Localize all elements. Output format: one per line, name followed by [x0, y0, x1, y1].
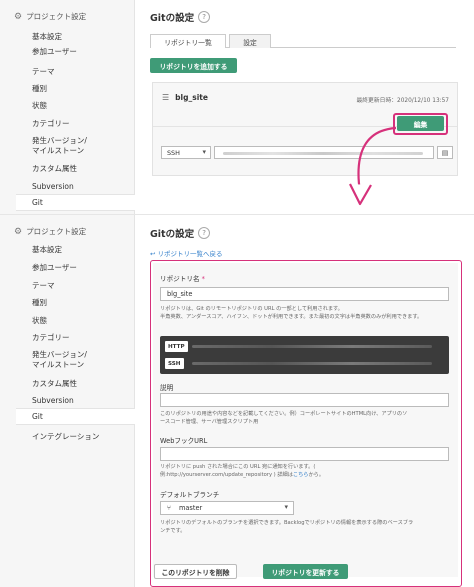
sidebar-item-version-line1: 発生バージョン/ [32, 350, 87, 359]
webhook-help-tail: から。 [308, 472, 325, 478]
repository-title: ☰ blg_site [162, 93, 208, 102]
description-help-line1: このリポジトリの用途や内容などを記載してください。例）コーポレートサイトのHTM… [160, 411, 408, 417]
back-to-list-link[interactable]: ↩ リポジトリ一覧へ戻る [150, 248, 223, 258]
repo-name-help: リポジトリは、Git のリモートリポジトリの URL の一部として利用されます。… [160, 305, 452, 321]
required-mark: * [201, 275, 205, 283]
sidebar-item-types[interactable]: 種別 [32, 84, 47, 94]
top-panel: ⚙ プロジェクト設定 基本設定 参加ユーザー テーマ 種別 状態 カテゴリー 発… [0, 0, 474, 214]
webhook-details-link[interactable]: こちら [293, 472, 309, 478]
repository-icon: ☰ [162, 93, 170, 102]
repo-name-label-text: リポジトリ名 [160, 275, 200, 283]
tab-repository-list[interactable]: リポジトリ一覧 [150, 34, 226, 48]
sidebar-item-version-line2: マイルストーン [32, 360, 85, 369]
sidebar-item-users[interactable]: 参加ユーザー [32, 47, 77, 57]
sidebar-item-custom-fields[interactable]: カスタム属性 [32, 164, 77, 174]
description-help-line2: ースコード管理、サーバ管理スクリプト用 [160, 419, 259, 425]
help-icon[interactable]: ? [198, 227, 211, 239]
default-branch-value: master [178, 504, 203, 512]
repo-name-input[interactable]: blg_site [160, 287, 449, 301]
sidebar-item-status[interactable]: 状態 [32, 101, 47, 111]
delete-repository-button[interactable]: このリポジトリを削除 [154, 564, 237, 579]
protocol-http: HTTP [165, 341, 188, 352]
sidebar-item-git[interactable]: Git [16, 194, 135, 211]
clipboard-icon: ▤ [441, 148, 449, 157]
gear-icon: ⚙ [14, 226, 23, 237]
sidebar-title-label-2: プロジェクト設定 [26, 227, 87, 236]
sidebar-item-theme[interactable]: テーマ [32, 281, 55, 291]
add-repository-button[interactable]: リポジトリを追加する [150, 58, 237, 73]
sidebar-item-version[interactable]: 発生バージョン/ マイルストーン [32, 350, 87, 370]
page-title: Gitの設定 ? [150, 10, 211, 24]
sidebar-item-basic[interactable]: 基本設定 [32, 32, 62, 42]
chevron-down-icon: ▾ [284, 503, 288, 511]
page-title-2: Gitの設定 ? [150, 226, 211, 240]
tab-settings[interactable]: 設定 [229, 34, 271, 48]
chevron-down-icon: ▾ [202, 148, 206, 156]
sidebar-item-version-line2: マイルストーン [32, 146, 85, 155]
update-repository-button[interactable]: リポジトリを更新する [263, 564, 348, 579]
webhook-help-text: 例:http://yourserver.com/update_repositor… [160, 472, 293, 478]
repo-name-label: リポジトリ名 * [160, 273, 205, 283]
repo-name-help-line1: リポジトリは、Git のリモートリポジトリの URL の一部として利用されます。 [160, 306, 343, 312]
sidebar-item-basic[interactable]: 基本設定 [32, 245, 62, 255]
bottom-panel: ⚙ プロジェクト設定 基本設定 参加ユーザー テーマ 種別 状態 カテゴリー 発… [0, 214, 474, 587]
sidebar-title: ⚙ プロジェクト設定 [14, 11, 86, 22]
sidebar-item-git-label: Git [32, 412, 43, 421]
back-link-label: リポジトリ一覧へ戻る [157, 250, 223, 258]
description-label: 説明 [160, 384, 174, 392]
branch-icon: ⑂ [167, 504, 171, 512]
sidebar-item-subversion[interactable]: Subversion [32, 396, 74, 406]
gear-icon: ⚙ [14, 11, 23, 22]
sidebar-item-custom-fields[interactable]: カスタム属性 [32, 379, 77, 389]
webhook-help-line1: リポジトリに push された場合にこの URL 宛に通知を行います。( [160, 464, 316, 470]
sidebar-item-users[interactable]: 参加ユーザー [32, 263, 77, 273]
sidebar-item-theme[interactable]: テーマ [32, 67, 55, 77]
page: ⚙ プロジェクト設定 基本設定 参加ユーザー テーマ 種別 状態 カテゴリー 発… [0, 0, 474, 587]
copy-url-button[interactable]: ▤ [437, 146, 453, 159]
sidebar-title-2: ⚙ プロジェクト設定 [14, 226, 86, 237]
description-help: このリポジトリの用途や内容などを記載してください。例）コーポレートサイトのHTM… [160, 410, 452, 426]
default-branch-help-line1: リポジトリのデフォルトのブランチを選択できます。Backlogでリポジトリの情報… [160, 520, 414, 526]
sidebar-item-version-line1: 発生バージョン/ [32, 136, 87, 145]
sidebar-item-category[interactable]: カテゴリー [32, 333, 70, 343]
repo-name-help-line2: 半角英数、アンダースコア、ハイフン、ドットが利用できます。また最初の文字は半角英… [160, 314, 423, 320]
sidebar: ⚙ プロジェクト設定 基本設定 参加ユーザー テーマ 種別 状態 カテゴリー 発… [0, 0, 135, 214]
back-arrow-icon: ↩ [150, 250, 156, 258]
sidebar-item-status[interactable]: 状態 [32, 316, 47, 326]
protocol-ssh: SSH [165, 358, 184, 369]
sidebar-item-category[interactable]: カテゴリー [32, 119, 70, 129]
protocol-select[interactable]: SSH ▾ [161, 146, 211, 159]
default-branch-select[interactable]: ⑂ master ▾ [160, 501, 294, 515]
clone-url-box: HTTP SSH [160, 336, 449, 374]
webhook-help: リポジトリに push された場合にこの URL 宛に通知を行います。( 例:h… [160, 463, 452, 479]
page-title-text-2: Gitの設定 [150, 229, 195, 240]
sidebar-item-git-label: Git [32, 198, 43, 207]
blurred-http-url [192, 345, 432, 348]
webhook-help-line2: 例:http://yourserver.com/update_repositor… [160, 471, 452, 479]
protocol-select-value: SSH [167, 148, 180, 157]
last-updated: 最終更新日時：2020/12/10 13:57 [356, 98, 449, 104]
sidebar-2: ⚙ プロジェクト設定 基本設定 参加ユーザー テーマ 種別 状態 カテゴリー 発… [0, 215, 135, 587]
sidebar-item-subversion[interactable]: Subversion [32, 182, 74, 192]
repository-name[interactable]: blg_site [175, 93, 208, 102]
sidebar-item-types[interactable]: 種別 [32, 298, 47, 308]
help-icon[interactable]: ? [198, 11, 211, 23]
description-input[interactable] [160, 393, 449, 407]
repo-name-value: blg_site [167, 290, 193, 298]
page-title-text: Gitの設定 [150, 13, 195, 24]
sidebar-title-label: プロジェクト設定 [26, 12, 87, 21]
arrow-annotation [349, 126, 397, 206]
default-branch-help: リポジトリのデフォルトのブランチを選択できます。Backlogでリポジトリの情報… [160, 519, 452, 535]
webhook-input[interactable] [160, 447, 449, 461]
sidebar-item-git[interactable]: Git [16, 408, 135, 425]
sidebar-item-version[interactable]: 発生バージョン/ マイルストーン [32, 136, 87, 156]
sidebar-item-integration[interactable]: インテグレーション [32, 432, 99, 442]
blurred-ssh-url [192, 362, 432, 365]
tab-bar: リポジトリ一覧 設定 [150, 34, 456, 48]
default-branch-help-line2: ンチです。 [160, 528, 186, 534]
default-branch-label: デフォルトブランチ [160, 491, 220, 499]
webhook-label: WebフックURL [160, 437, 208, 445]
